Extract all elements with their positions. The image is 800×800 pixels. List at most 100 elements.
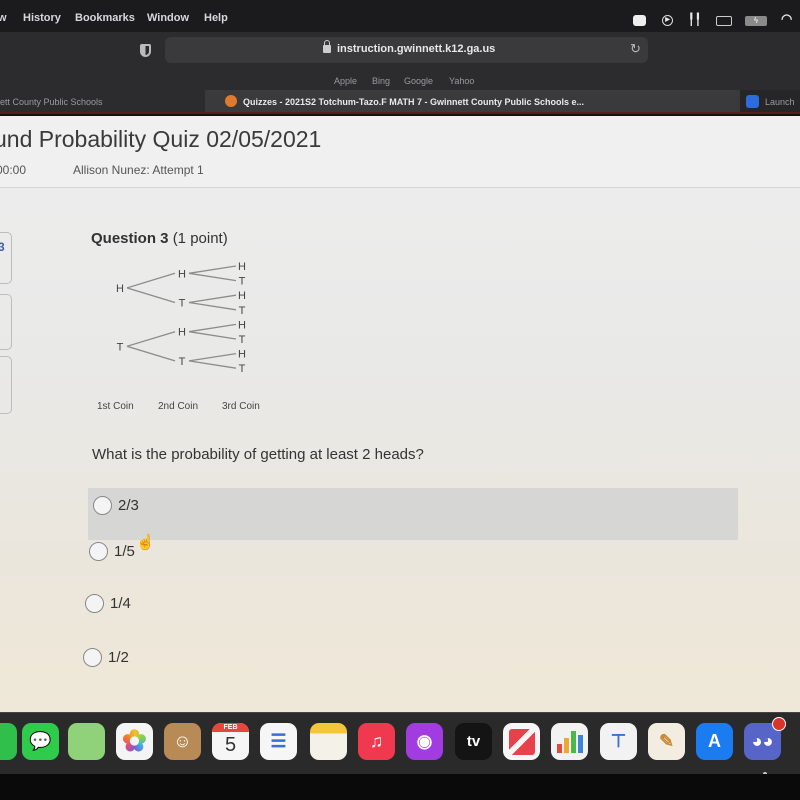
numbers-app-icon[interactable]	[551, 723, 588, 760]
tree-branch	[188, 360, 237, 369]
tree-branch	[126, 287, 176, 304]
radio-button[interactable]	[89, 542, 108, 561]
photos-app-icon[interactable]: ✿	[116, 723, 153, 760]
display-icon[interactable]	[716, 16, 732, 26]
apple-tv-glyph: tv	[466, 733, 481, 750]
play-icon[interactable]: ▶	[662, 15, 673, 26]
third-coin-node: H	[238, 261, 246, 273]
answer-option[interactable]: 1/5	[84, 542, 734, 594]
maps-app-icon[interactable]	[68, 723, 105, 760]
apple-tv-app-icon[interactable]: tv	[455, 723, 492, 760]
menu-history[interactable]: History	[23, 12, 61, 24]
app-store-glyph: A	[708, 731, 721, 751]
tab-label: ett County Public Schools	[0, 97, 103, 107]
first-coin-node: H	[116, 283, 124, 295]
question-points: (1 point)	[172, 230, 228, 247]
third-coin-node: T	[239, 334, 246, 346]
question-nav-item[interactable]	[0, 356, 12, 414]
tab-gwinnett[interactable]: ett County Public Schools	[0, 90, 205, 112]
question-number: Question 3	[91, 230, 169, 247]
keynote-app-icon[interactable]: ⊤	[600, 723, 637, 760]
label-first-coin: 1st Coin	[97, 401, 134, 412]
label-second-coin: 2nd Coin	[158, 401, 198, 412]
radio-button[interactable]	[93, 496, 112, 515]
probability-tree-diagram: HTHTHTHTHTHTHT 1st Coin 2nd Coin 3rd Coi…	[97, 261, 260, 412]
calendar-day: 5	[224, 734, 237, 756]
calendar-month: FEB	[212, 723, 249, 732]
tab-quizzes[interactable]: Quizzes - 2021S2 Totchum-Tazo.F MATH 7 -…	[205, 90, 740, 112]
favorite-google[interactable]: Google	[404, 76, 433, 86]
podcasts-app-icon[interactable]: ◉	[406, 723, 443, 760]
first-coin-node: T	[117, 341, 124, 353]
messages-app-icon[interactable]: 💬	[22, 723, 59, 760]
browser-toolbar: instruction.gwinnett.k12.ga.us ↻ Apple B…	[0, 32, 800, 90]
wifi-icon[interactable]: ◠	[781, 12, 792, 26]
numbers-bars	[556, 730, 583, 753]
tree-nodes: HTHTHTHTHTHTHT	[116, 261, 246, 375]
third-coin-node: T	[239, 363, 246, 375]
battery-icon[interactable]: ϟ	[745, 16, 767, 26]
answer-option[interactable]: 1/2	[78, 648, 728, 700]
question-nav-item[interactable]	[0, 294, 12, 350]
second-coin-node: H	[178, 327, 186, 339]
calendar-app-icon[interactable]: FEB 5	[212, 723, 249, 760]
answer-label[interactable]: 1/5	[114, 543, 135, 560]
tab-bar: ett County Public Schools Quizzes - 2021…	[0, 90, 800, 114]
radio-button[interactable]	[85, 594, 104, 613]
facetime-app-icon[interactable]	[0, 723, 17, 760]
music-glyph: ♫	[369, 731, 384, 751]
pages-glyph: ✎	[658, 731, 675, 751]
question-header: Question 3 (1 point)	[91, 230, 228, 247]
podcasts-glyph: ◉	[416, 731, 433, 751]
hand-cursor-icon: ☝	[136, 534, 155, 551]
tree-branch	[188, 272, 237, 282]
reminders-glyph: ☰	[270, 731, 287, 751]
tab-launch[interactable]: Launch	[740, 90, 800, 112]
url-text[interactable]: instruction.gwinnett.k12.ga.us	[337, 43, 495, 55]
favorite-bing[interactable]: Bing	[372, 76, 390, 86]
label-third-coin: 3rd Coin	[222, 401, 260, 412]
tree-branch	[126, 272, 176, 289]
favorite-yahoo[interactable]: Yahoo	[449, 76, 474, 86]
app-store-app-icon[interactable]: A	[696, 723, 733, 760]
pages-app-icon[interactable]: ✎	[648, 723, 685, 760]
screen-bezel	[0, 774, 800, 800]
attempt-info: Allison Nunez: Attempt 1	[73, 163, 204, 177]
third-coin-node: H	[238, 290, 246, 302]
privacy-shield-icon[interactable]	[140, 44, 151, 57]
answer-label[interactable]: 2/3	[118, 497, 139, 514]
address-bar[interactable]: instruction.gwinnett.k12.ga.us ↻	[165, 37, 648, 63]
radio-button[interactable]	[83, 648, 102, 667]
question-nav-number[interactable]: 3	[0, 240, 5, 254]
zoom-icon[interactable]	[633, 15, 646, 26]
reminders-app-icon[interactable]: ☰	[260, 723, 297, 760]
menu-bookmarks[interactable]: Bookmarks	[75, 12, 135, 24]
music-app-icon[interactable]: ♫	[358, 723, 395, 760]
third-coin-node: T	[239, 276, 246, 288]
answer-label[interactable]: 1/4	[110, 595, 131, 612]
quiz-timer: 00:00	[0, 163, 27, 177]
answer-label[interactable]: 1/2	[108, 649, 129, 666]
d2l-favicon-icon	[225, 95, 237, 107]
menu-view[interactable]: w	[0, 12, 7, 24]
favorite-apple[interactable]: Apple	[334, 76, 357, 86]
screen: w History Bookmarks Window Help ▶ ╿╿ ϟ ◠…	[0, 0, 800, 800]
notification-badge	[772, 717, 786, 731]
menu-help[interactable]: Help	[204, 12, 228, 24]
answer-option[interactable]: 2/3	[88, 488, 738, 540]
tree-branch	[188, 323, 237, 333]
news-glyph	[508, 728, 535, 755]
answer-option[interactable]: 1/4	[80, 594, 730, 646]
tab-label: Launch	[765, 97, 795, 107]
second-coin-node: H	[178, 268, 186, 280]
airpods-icon[interactable]: ╿╿	[688, 13, 701, 27]
zoom-favicon-icon	[746, 95, 759, 108]
reload-icon[interactable]: ↻	[630, 41, 641, 57]
contacts-app-icon[interactable]: ☺	[164, 723, 201, 760]
third-coin-node: H	[238, 319, 246, 331]
notes-app-icon[interactable]	[310, 723, 347, 760]
page-title: und Probability Quiz 02/05/2021	[0, 126, 322, 152]
menu-window[interactable]: Window	[147, 12, 189, 24]
tree-branch	[188, 301, 237, 311]
news-app-icon[interactable]	[503, 723, 540, 760]
